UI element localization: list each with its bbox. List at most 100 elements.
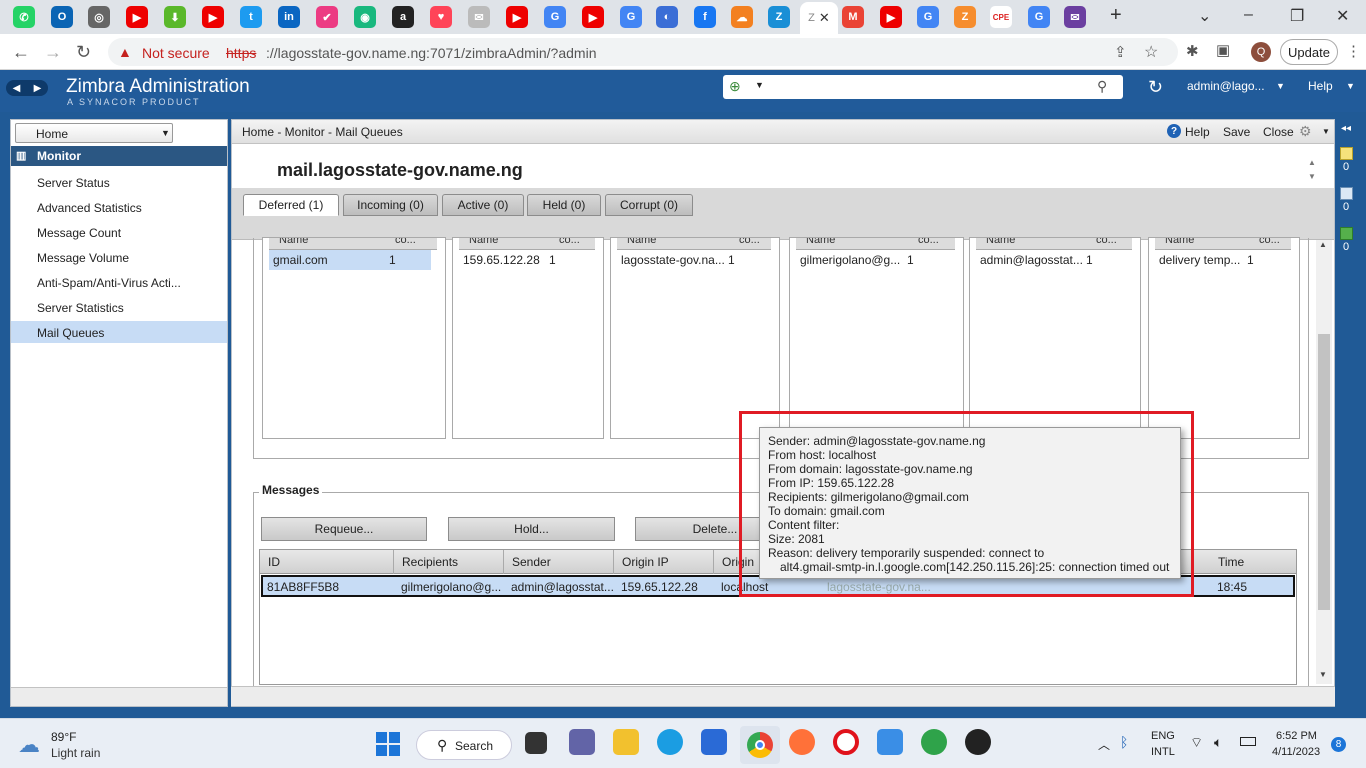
close-tab-icon[interactable]: ✕ [819, 10, 830, 26]
help-menu[interactable]: Help [1308, 79, 1333, 93]
download-tab-icon[interactable]: ⬇ [164, 6, 186, 28]
tasks-icon[interactable] [1340, 187, 1353, 200]
new-tab-button[interactable]: + [1110, 4, 1122, 27]
cpe-tab-icon[interactable]: CPE [990, 6, 1012, 28]
linkedin-tab-icon[interactable]: in [278, 6, 300, 28]
active-tab[interactable]: Z ✕ [800, 2, 838, 34]
tinder-tab-icon[interactable]: ♥ [430, 6, 452, 28]
minimize-icon[interactable]: – [1244, 6, 1253, 24]
weather-icon[interactable]: ☁ [18, 732, 40, 758]
extensions-icon[interactable]: ✱ [1186, 42, 1199, 60]
alerts-icon[interactable] [1340, 227, 1353, 240]
tab-active[interactable]: Active (0) [442, 194, 524, 216]
sidebar-item-message-count[interactable]: Message Count [37, 226, 121, 240]
help-button[interactable]: Help [1185, 125, 1210, 139]
side-panel-icon[interactable]: ▣ [1216, 41, 1230, 59]
column-header[interactable]: Name co... [1155, 238, 1291, 250]
sidebar-item-message-volume[interactable]: Message Volume [37, 251, 129, 265]
lang-secondary[interactable]: INTL [1151, 746, 1175, 758]
requeue-button[interactable]: Requeue... [261, 517, 427, 541]
chevron-down-icon[interactable]: ▼ [1346, 81, 1355, 91]
file-explorer-icon[interactable] [613, 729, 639, 755]
google-tab-icon[interactable]: G [917, 6, 939, 28]
forward-icon[interactable]: → [44, 42, 62, 63]
edge-icon[interactable] [657, 729, 683, 755]
whatsapp-tab-icon[interactable]: ✆ [13, 6, 35, 28]
clock-time[interactable]: 6:52 PM [1276, 730, 1317, 742]
column-header-id[interactable]: ID [260, 550, 394, 574]
globe-app-icon[interactable] [921, 729, 947, 755]
share-icon[interactable]: ⇪ [1114, 43, 1127, 61]
clock-date[interactable]: 4/11/2023 [1272, 746, 1320, 758]
gear-icon[interactable]: ⚙ [1299, 123, 1312, 140]
notepad-icon[interactable] [877, 729, 903, 755]
save-button[interactable]: Save [1223, 125, 1250, 139]
column-header[interactable]: Name co... [617, 238, 771, 250]
taskbar-search[interactable]: ⚲ Search [416, 730, 512, 760]
app-tab-icon[interactable]: ✔ [316, 6, 338, 28]
chevron-down-icon[interactable]: ▼ [1276, 81, 1285, 91]
sidebar-item-server-status[interactable]: Server Status [37, 176, 110, 190]
scroll-up-icon[interactable]: ▲ [1319, 240, 1327, 249]
google-tab-icon[interactable]: G [1028, 6, 1050, 28]
app-tab-icon[interactable]: ◐ [656, 6, 678, 28]
search-icon[interactable]: ⚲ [1097, 78, 1107, 95]
media-player-icon[interactable] [965, 729, 991, 755]
forward-arrow-icon[interactable]: ▶ [34, 83, 42, 94]
gmail-tab-icon[interactable]: M [842, 6, 864, 28]
hold-button[interactable]: Hold... [448, 517, 615, 541]
tab-deferred[interactable]: Deferred (1) [243, 194, 339, 216]
tab-incoming[interactable]: Incoming (0) [343, 194, 438, 216]
start-icon[interactable] [376, 732, 400, 756]
column-header[interactable]: Name co... [269, 238, 437, 250]
column-header[interactable]: Name co... [976, 238, 1132, 250]
list-item[interactable]: delivery temp... 1 [1155, 250, 1291, 270]
weather-desc[interactable]: Light rain [51, 746, 100, 760]
column-header[interactable]: Name co... [796, 238, 955, 250]
tab-corrupt[interactable]: Corrupt (0) [605, 194, 693, 216]
browser-menu-icon[interactable]: ⋮ [1346, 42, 1361, 60]
notes-icon[interactable] [1340, 147, 1353, 160]
lang-primary[interactable]: ENG [1151, 730, 1175, 742]
google-tab-icon[interactable]: G [544, 6, 566, 28]
close-button[interactable]: Close [1263, 125, 1294, 139]
column-header[interactable]: Name co... [459, 238, 595, 250]
zimbra-tab-icon[interactable]: Z [768, 6, 790, 28]
scroll-thumb[interactable] [1318, 334, 1330, 610]
search-box[interactable]: ⊕ ▼ ⚲ [723, 75, 1123, 99]
home-dropdown[interactable]: Home ▼ [15, 123, 173, 143]
chevron-down-icon[interactable]: ▼ [1322, 127, 1330, 136]
mail-tab-icon[interactable]: ✉ [468, 6, 490, 28]
sidebar-item-server-statistics[interactable]: Server Statistics [37, 301, 124, 315]
youtube-tab-icon[interactable]: ▶ [126, 6, 148, 28]
column-header-recipients[interactable]: Recipients [394, 550, 504, 574]
a-tab-icon[interactable]: a [392, 6, 414, 28]
youtube-tab-icon[interactable]: ▶ [880, 6, 902, 28]
opera-icon[interactable] [833, 729, 859, 755]
scroll-down-icon[interactable]: ▼ [1319, 670, 1327, 679]
grammarly-tab-icon[interactable]: ◉ [354, 6, 376, 28]
profile-avatar[interactable]: Q [1251, 42, 1271, 62]
list-item[interactable]: gmail.com 1 [269, 250, 431, 270]
google-tab-icon[interactable]: G [620, 6, 642, 28]
warning-icon[interactable]: ▲ [118, 44, 132, 60]
youtube-tab-icon[interactable]: ▶ [202, 6, 224, 28]
battery-icon[interactable] [1240, 737, 1256, 746]
column-header-time[interactable]: Time [1210, 550, 1296, 574]
history-nav[interactable]: ◀ ▶ [6, 80, 48, 96]
outlook-tab-icon[interactable]: O [51, 6, 73, 28]
list-item[interactable]: gilmerigolano@g... 1 [796, 250, 955, 270]
globe-tab-icon[interactable]: ◎ [88, 6, 110, 28]
close-window-icon[interactable]: ✕ [1336, 6, 1349, 26]
bookmark-star-icon[interactable]: ☆ [1144, 42, 1158, 62]
youtube-tab-icon[interactable]: ▶ [582, 6, 604, 28]
list-item[interactable]: admin@lagosstat... 1 [976, 250, 1132, 270]
monitor-section[interactable]: ▥ Monitor [11, 146, 227, 166]
twitter-tab-icon[interactable]: t [240, 6, 262, 28]
volume-icon[interactable]: 🔈︎ [1214, 734, 1222, 751]
update-button[interactable]: Update [1280, 39, 1338, 65]
tab-search-icon[interactable]: ⌄ [1198, 6, 1211, 26]
tray-chevron-icon[interactable]: ︿ [1098, 736, 1110, 753]
column-header-origin-ip[interactable]: Origin IP [614, 550, 714, 574]
teams-icon[interactable] [569, 729, 595, 755]
